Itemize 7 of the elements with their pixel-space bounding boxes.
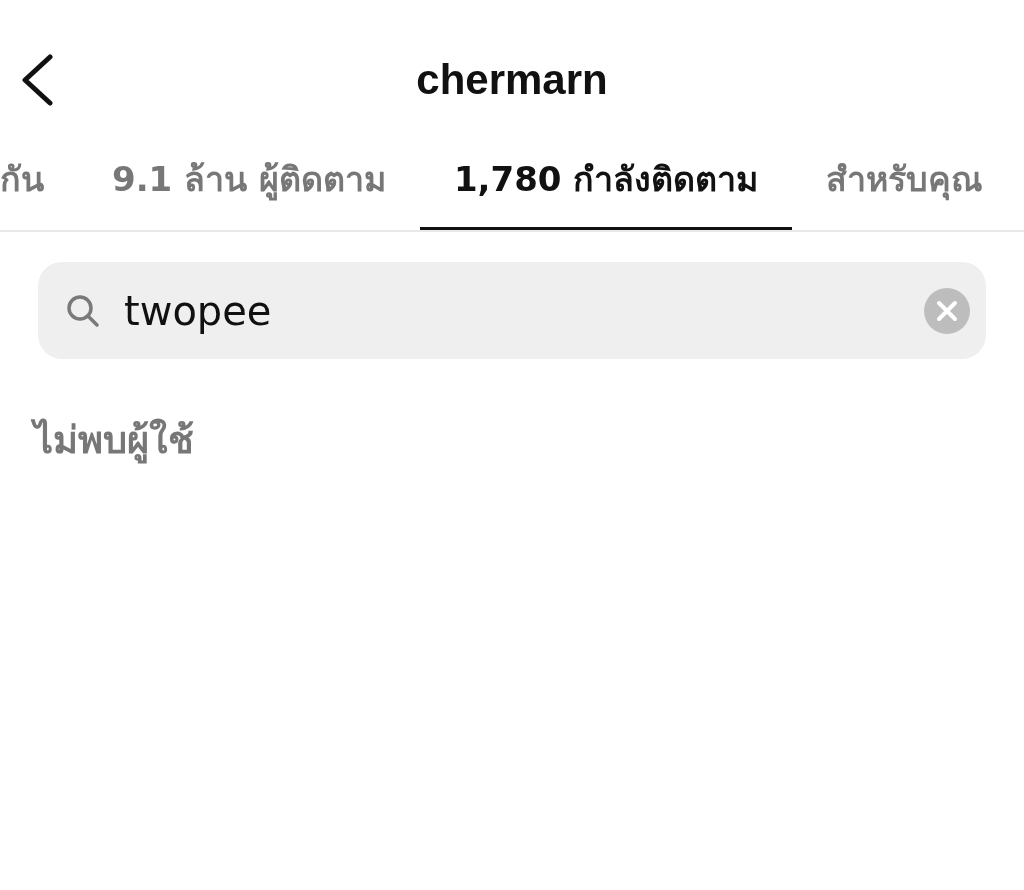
search-input[interactable]: twopee [122,286,924,335]
tab[interactable]: สำหรับคุณ [792,130,1018,230]
search-field[interactable]: twopee [38,262,986,359]
profile-title: chermarn [415,56,609,104]
tab[interactable]: กัน [0,130,78,230]
tab[interactable]: 1,780 กำลังติดตาม [419,130,793,230]
tab[interactable]: 9.1 ล้าน ผู้ติดตาม [78,130,420,230]
